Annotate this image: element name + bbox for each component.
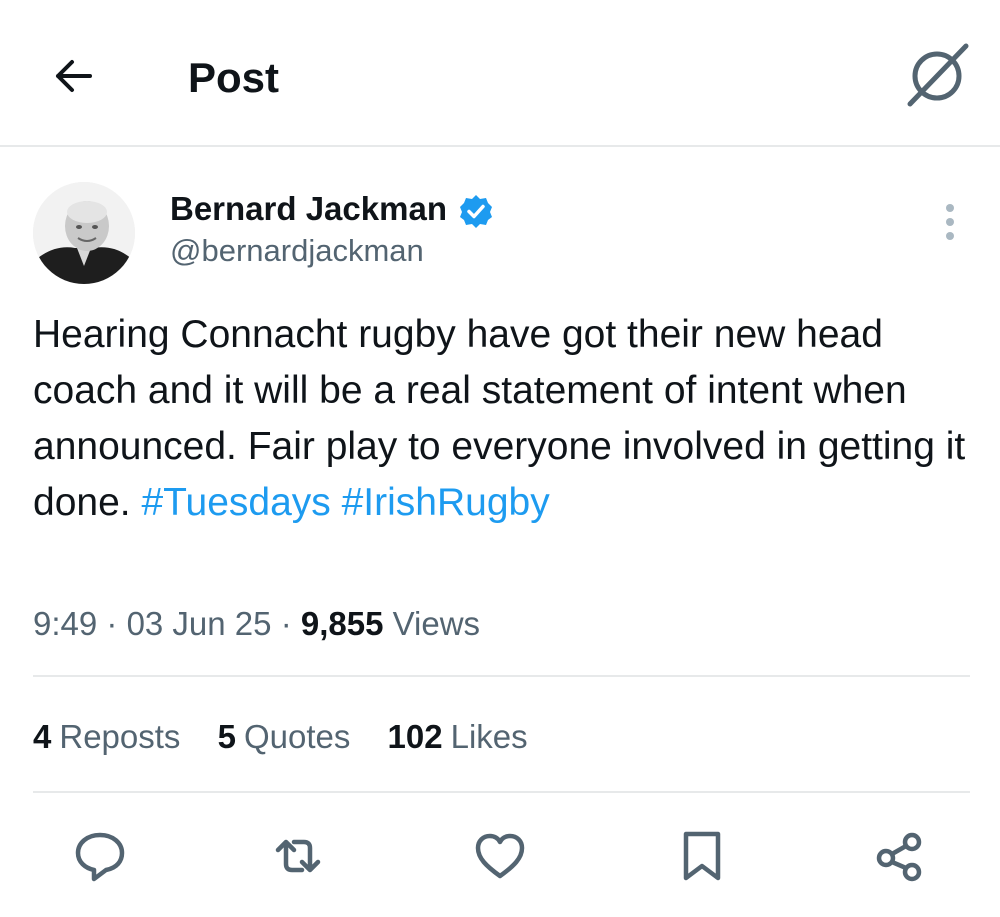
author-display-name[interactable]: Bernard Jackman <box>170 189 447 229</box>
profile-photo <box>33 182 135 284</box>
hashtag-irishrugby[interactable]: #IrishRugby <box>342 481 550 524</box>
quotes-stat[interactable]: 5 Quotes <box>218 715 351 759</box>
heart-icon <box>475 833 525 879</box>
likes-stat[interactable]: 102 Likes <box>388 715 528 759</box>
back-button[interactable] <box>50 52 98 100</box>
author-handle[interactable]: @bernardjackman <box>170 231 424 271</box>
separator: · <box>97 605 127 642</box>
post-time: 9:49 <box>33 605 98 642</box>
post-meta: 9:49 · 03 Jun 25 · 9,855 Views <box>33 602 480 646</box>
reposts-stat[interactable]: 4 Reposts <box>33 715 180 759</box>
page-title: Post <box>188 54 280 101</box>
views-label[interactable]: Views <box>393 605 480 642</box>
separator: · <box>271 605 301 642</box>
like-button[interactable] <box>472 828 528 884</box>
repost-button[interactable] <box>270 828 326 884</box>
grok-icon <box>907 43 969 107</box>
quotes-label: Quotes <box>243 718 351 755</box>
reposts-count: 4 <box>33 718 52 755</box>
more-vertical-icon <box>946 204 954 240</box>
hashtag-tuesdays[interactable]: #Tuesdays <box>141 481 330 524</box>
grok-button[interactable] <box>904 42 970 108</box>
avatar[interactable] <box>33 182 135 284</box>
top-bar: Post <box>0 0 1000 147</box>
divider <box>33 675 970 677</box>
likes-label: Likes <box>450 718 528 755</box>
reply-icon <box>75 832 125 882</box>
divider <box>33 791 970 793</box>
quotes-count: 5 <box>217 718 236 755</box>
reposts-label: Reposts <box>59 718 181 755</box>
repost-icon <box>275 839 321 873</box>
more-options-button[interactable] <box>930 200 970 244</box>
verified-badge-icon <box>460 195 492 228</box>
share-icon <box>876 832 922 882</box>
post-text: Hearing Connacht rugby have got their ne… <box>33 307 968 531</box>
bookmark-button[interactable] <box>674 828 730 884</box>
bookmark-icon <box>683 831 721 881</box>
views-count[interactable]: 9,855 <box>301 605 384 642</box>
post-date: 03 Jun 25 <box>126 605 272 642</box>
likes-count: 102 <box>387 718 443 755</box>
share-button[interactable] <box>872 828 928 884</box>
engagement-stats: 4 Reposts 5 Quotes 102 Likes <box>33 715 556 759</box>
reply-button[interactable] <box>72 828 128 884</box>
arrow-left-icon <box>56 60 92 92</box>
